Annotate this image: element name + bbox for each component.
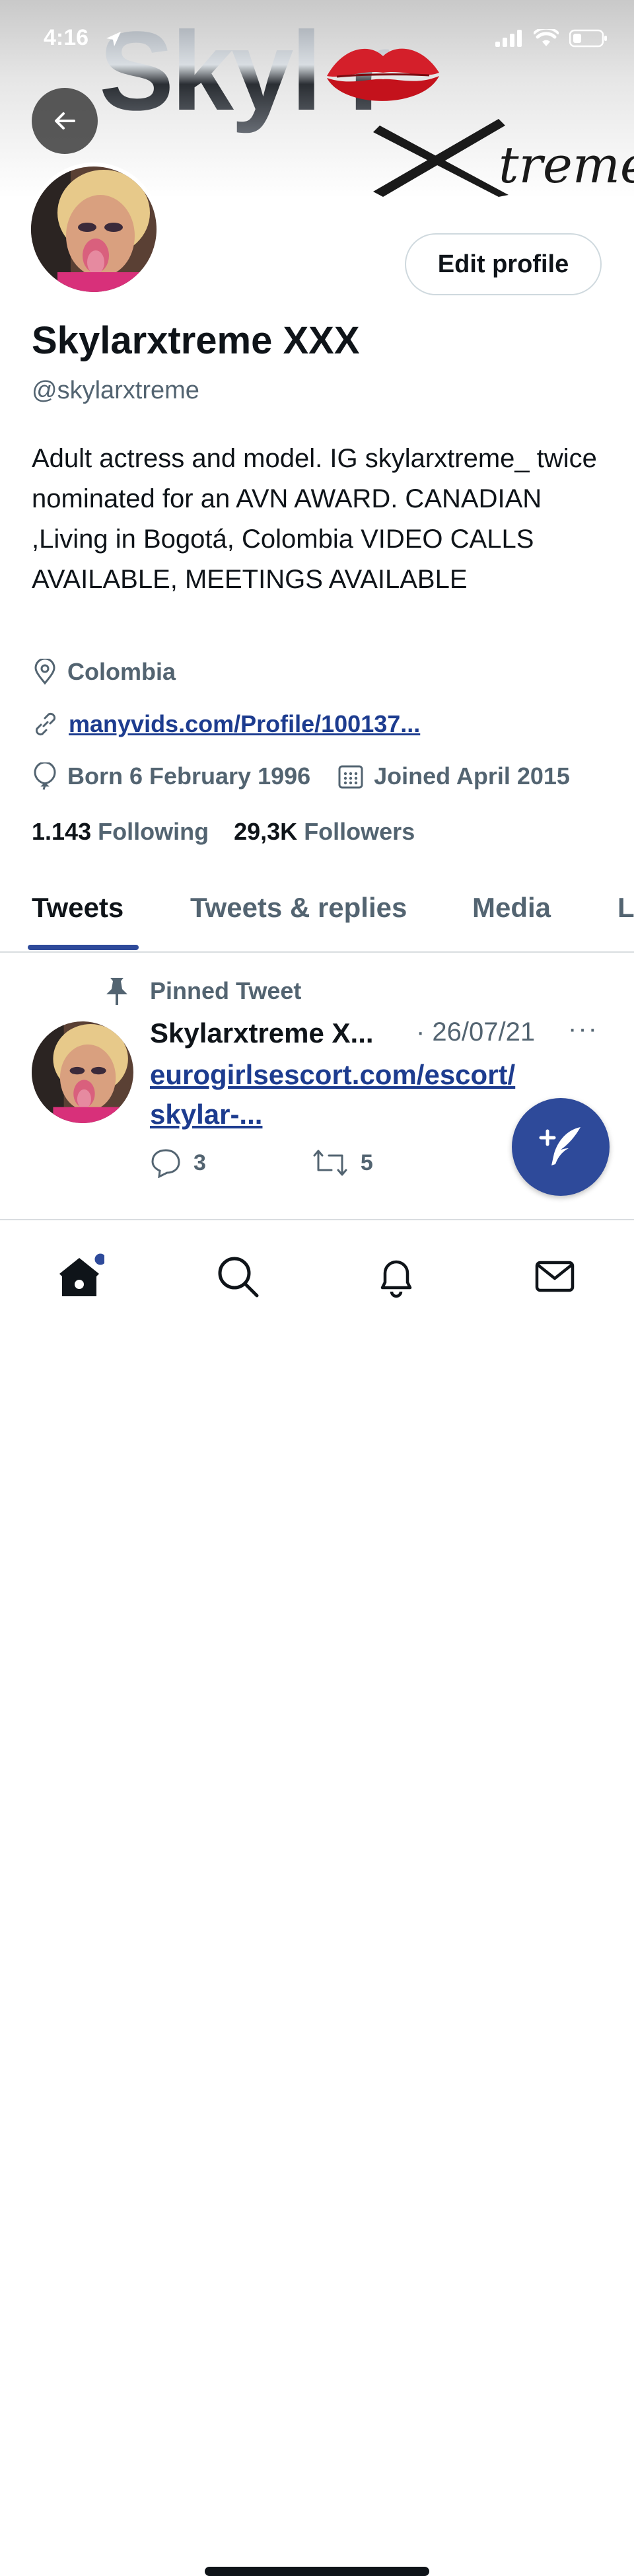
joined-text: Joined April 2015	[374, 762, 570, 790]
tab-tweets-replies[interactable]: Tweets & replies	[190, 892, 407, 924]
nav-messages[interactable]	[525, 1247, 584, 1306]
followers-stat[interactable]: 29,3K Followers	[234, 818, 415, 845]
wifi-icon	[534, 29, 559, 46]
profile-location: Colombia	[32, 658, 176, 686]
link-icon	[35, 712, 56, 736]
profile-bio: Adult actress and model. IG skylarxtreme…	[32, 444, 597, 594]
back-button[interactable]	[32, 88, 98, 154]
battery-icon	[569, 29, 607, 48]
search-icon	[218, 1257, 259, 1298]
following-count: 1.143	[32, 818, 92, 845]
location-text: Colombia	[67, 658, 176, 685]
bottom-navigation	[0, 1220, 634, 2576]
pinned-indicator: Pinned Tweet	[102, 976, 301, 1006]
tweet-author[interactable]: Skylarxtreme X...	[150, 1017, 374, 1049]
reply-count: 3	[194, 1150, 206, 1175]
tab-tweets[interactable]: Tweets	[32, 892, 123, 924]
edit-profile-button[interactable]: Edit profile	[405, 233, 602, 295]
tweet-actions: 3 5	[150, 1148, 373, 1178]
calendar-icon	[338, 765, 363, 789]
home-icon	[59, 1251, 104, 1296]
following-label: Following	[98, 818, 209, 845]
profile-name: Skylarxtreme XXX	[32, 319, 360, 362]
banner-xtreme-text: treme	[499, 135, 634, 194]
profile-website: manyvids.com/Profile/100137...	[32, 710, 420, 738]
location-arrow-icon	[106, 32, 121, 46]
lips-graphic	[327, 48, 439, 101]
profile-avatar[interactable]	[27, 163, 160, 296]
status-indicators	[495, 29, 608, 48]
nav-notifications[interactable]	[367, 1247, 426, 1306]
back-arrow-icon	[55, 112, 75, 129]
profile-dates: Born 6 February 1996 Joined April 2015	[32, 762, 570, 790]
mail-icon	[535, 1261, 575, 1292]
tweet-link[interactable]: eurogirlsescort.com/escort/ skylar-...	[150, 1055, 559, 1134]
website-link[interactable]: manyvids.com/Profile/100137...	[69, 710, 420, 738]
born-text: Born 6 February 1996	[67, 762, 311, 790]
following-stat[interactable]: 1.143 Following	[32, 818, 209, 845]
location-pin-icon	[34, 659, 55, 685]
compose-tweet-button[interactable]	[512, 1098, 610, 1196]
birthday-balloon-icon	[34, 762, 56, 790]
profile-handle: @skylarxtreme	[32, 377, 199, 404]
active-tab-indicator	[28, 945, 139, 950]
tweet-more-button[interactable]: ···	[568, 1014, 598, 1044]
avatar-image	[31, 166, 157, 292]
tweet-avatar[interactable]	[32, 1021, 133, 1123]
profile-tabs: Tweets Tweets & replies Media L	[0, 879, 634, 953]
tweet-date[interactable]: · 26/07/21	[416, 1017, 535, 1047]
followers-count: 29,3K	[234, 818, 298, 845]
follow-stats: 1.143 Following 29,3K Followers	[32, 818, 415, 846]
pinned-label: Pinned Tweet	[150, 977, 302, 1004]
signal-icon	[495, 30, 522, 47]
retweet-icon[interactable]	[312, 1148, 349, 1178]
reply-icon[interactable]	[150, 1148, 182, 1178]
status-time: 4:16	[44, 25, 89, 50]
home-indicator[interactable]	[205, 2567, 429, 2576]
nav-search[interactable]	[208, 1247, 267, 1306]
nav-home[interactable]	[50, 1247, 109, 1306]
tab-likes[interactable]: L	[617, 892, 634, 924]
tab-media[interactable]: Media	[472, 892, 551, 924]
retweet-count: 5	[360, 1150, 373, 1175]
banner-x-graphic	[373, 119, 509, 197]
bell-icon	[380, 1260, 412, 1298]
pin-icon	[106, 978, 127, 1005]
compose-icon	[539, 1127, 581, 1165]
followers-label: Followers	[304, 818, 415, 845]
